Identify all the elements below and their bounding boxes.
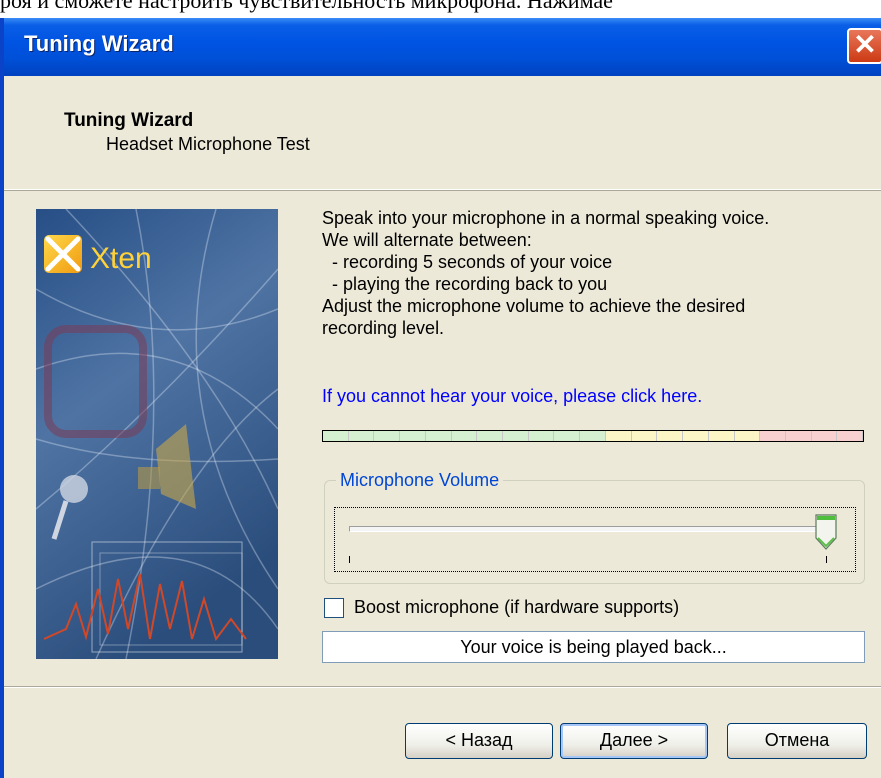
close-button[interactable]: ✕: [847, 28, 881, 64]
level-meter-segment: [683, 431, 709, 441]
button-separator: [4, 686, 881, 688]
level-meter-segment: [503, 431, 529, 441]
microphone-volume-slider-focus: [334, 507, 856, 572]
level-meter-segment: [657, 431, 684, 441]
microphone-volume-slider-thumb[interactable]: [815, 514, 837, 550]
level-meter-segment: [811, 431, 838, 441]
instructions: Speak into your microphone in a normal s…: [322, 207, 872, 339]
microphone-volume-label: Microphone Volume: [336, 470, 504, 491]
title-bar[interactable]: Tuning Wizard ✕: [4, 18, 881, 76]
level-meter-segment: [348, 431, 375, 441]
level-meter-segment: [528, 431, 555, 441]
instruction-line: - recording 5 seconds of your voice: [322, 252, 613, 272]
instruction-line: - playing the recording back to you: [322, 274, 608, 294]
instruction-line: We will alternate between:: [322, 230, 532, 250]
level-meter-segment: [425, 431, 452, 441]
next-button[interactable]: Далее >: [560, 723, 708, 759]
level-meter-segment: [477, 431, 504, 441]
level-meter-segment: [451, 431, 478, 441]
header-subtitle: Headset Microphone Test: [106, 134, 310, 154]
background-document-text: роя и сможете настроить чувствительность…: [0, 0, 613, 13]
xten-side-image: Xten: [36, 209, 278, 659]
next-button-label: Далее >: [599, 730, 669, 750]
level-meter-segment: [323, 431, 349, 441]
level-meter-segment: [554, 431, 581, 441]
xten-logo-text: Xten: [90, 242, 152, 275]
cancel-button[interactable]: Отмена: [727, 723, 867, 759]
level-meter-segment: [400, 431, 426, 441]
level-meter-segment: [631, 431, 658, 441]
instruction-line: recording level.: [322, 318, 445, 338]
boost-microphone-checkbox[interactable]: [324, 598, 344, 618]
slider-tick-min: [349, 556, 350, 563]
level-meter-segment: [605, 431, 632, 441]
cancel-button-label: Отмена: [764, 730, 830, 750]
cannot-hear-link[interactable]: If you cannot hear your voice, please cl…: [322, 386, 702, 407]
recording-level-meter: [322, 430, 864, 442]
wizard-header: Tuning Wizard Headset Microphone Test: [4, 76, 881, 190]
level-meter-segment: [374, 431, 401, 441]
level-meter-segment: [580, 431, 606, 441]
back-button-label: < Назад: [445, 730, 513, 750]
status-text: Your voice is being played back...: [460, 637, 727, 657]
level-meter-segment: [708, 431, 735, 441]
boost-microphone-label[interactable]: Boost microphone (if hardware supports): [354, 597, 679, 618]
window-title: Tuning Wizard: [24, 31, 174, 56]
slider-tick-max: [826, 556, 827, 563]
back-button[interactable]: < Назад: [405, 723, 553, 759]
header-title: Tuning Wizard: [64, 110, 194, 131]
microphone-volume-track[interactable]: [349, 526, 828, 532]
level-meter-segment: [785, 431, 812, 441]
status-text-box: Your voice is being played back...: [322, 631, 865, 663]
level-meter-segment: [760, 431, 786, 441]
instruction-line: Speak into your microphone in a normal s…: [322, 208, 770, 228]
level-meter-segment: [734, 431, 761, 441]
instruction-line: Adjust the microphone volume to achieve …: [322, 296, 746, 316]
close-icon: ✕: [853, 29, 877, 60]
tuning-wizard-window: Tuning Wizard ✕ Tuning Wizard Headset Mi…: [0, 18, 881, 778]
level-meter-segment: [837, 431, 864, 441]
